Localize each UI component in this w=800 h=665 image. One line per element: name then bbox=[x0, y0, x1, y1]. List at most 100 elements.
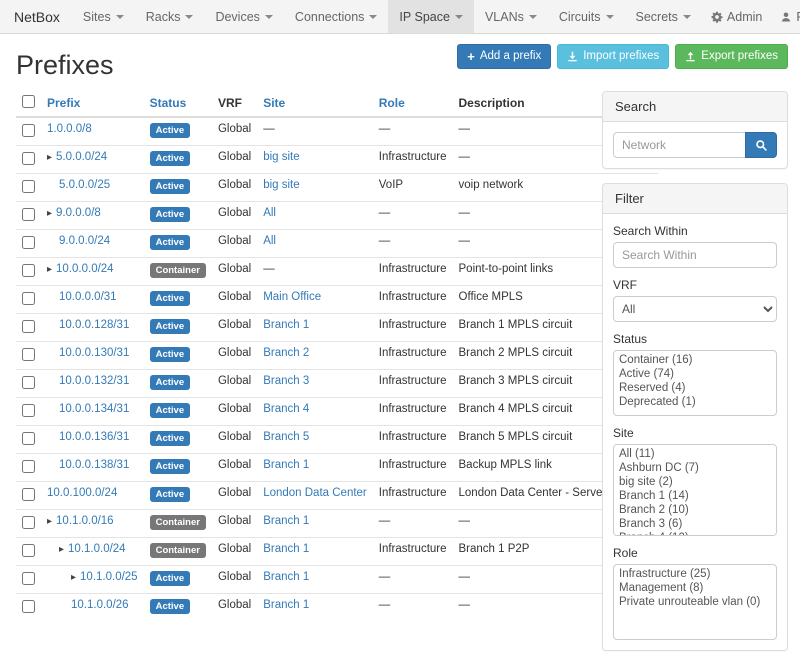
option-branch-1-14[interactable]: Branch 1 (14) bbox=[616, 489, 774, 503]
site-link[interactable]: big site bbox=[263, 151, 299, 163]
prefix-link[interactable]: 10.1.0.0/25 bbox=[80, 571, 138, 583]
prefix-link[interactable]: 1.0.0.0/8 bbox=[47, 123, 92, 135]
vrf-select[interactable]: All bbox=[613, 296, 777, 322]
prefix-link[interactable]: 10.1.0.0/16 bbox=[56, 515, 114, 527]
table-row: 10.0.0.138/31ActiveGlobalBranch 1Infrast… bbox=[16, 454, 658, 482]
row-checkbox[interactable] bbox=[22, 236, 35, 249]
site-link[interactable]: London Data Center bbox=[263, 487, 367, 499]
option-management-8[interactable]: Management (8) bbox=[616, 581, 774, 595]
table-row: 9.0.0.0/24ActiveGlobalAll—— bbox=[16, 230, 658, 258]
row-checkbox[interactable] bbox=[22, 544, 35, 557]
prefix-link[interactable]: 10.0.0.134/31 bbox=[59, 403, 129, 415]
row-checkbox[interactable] bbox=[22, 460, 35, 473]
import-prefixes-button[interactable]: Import prefixes bbox=[557, 44, 669, 69]
site-cell: Branch 5 bbox=[257, 426, 373, 454]
row-checkbox[interactable] bbox=[22, 572, 35, 585]
row-checkbox[interactable] bbox=[22, 124, 35, 137]
prefix-link[interactable]: 10.1.0.0/26 bbox=[71, 599, 129, 611]
prefix-link[interactable]: 9.0.0.0/24 bbox=[59, 235, 110, 247]
prefix-link[interactable]: 10.0.0.0/31 bbox=[59, 291, 117, 303]
search-button[interactable] bbox=[745, 132, 777, 158]
site-link[interactable]: Branch 1 bbox=[263, 599, 309, 611]
option-branch-3-6[interactable]: Branch 3 (6) bbox=[616, 517, 774, 531]
prefix-link[interactable]: 10.0.0.130/31 bbox=[59, 347, 129, 359]
site-link[interactable]: Branch 5 bbox=[263, 431, 309, 443]
option-branch-4-12[interactable]: Branch 4 (12) bbox=[616, 531, 774, 536]
option-big-site-2[interactable]: big site (2) bbox=[616, 475, 774, 489]
nav-item-sites[interactable]: Sites bbox=[72, 0, 135, 33]
row-checkbox[interactable] bbox=[22, 488, 35, 501]
prefix-link[interactable]: 10.0.100.0/24 bbox=[47, 487, 117, 499]
row-checkbox[interactable] bbox=[22, 320, 35, 333]
row-checkbox[interactable] bbox=[22, 348, 35, 361]
prefix-link[interactable]: 10.0.0.138/31 bbox=[59, 459, 129, 471]
site-link[interactable]: big site bbox=[263, 179, 299, 191]
search-input[interactable] bbox=[613, 132, 746, 158]
site-cell: Main Office bbox=[257, 286, 373, 314]
admin-menu-item[interactable]: Admin bbox=[702, 0, 771, 33]
option-deprecated-1[interactable]: Deprecated (1) bbox=[616, 395, 774, 409]
site-link[interactable]: Branch 1 bbox=[263, 319, 309, 331]
status-filter-listbox[interactable]: Container (16)Active (74)Reserved (4)Dep… bbox=[613, 350, 777, 416]
prefix-link[interactable]: 10.0.0.0/24 bbox=[56, 263, 114, 275]
search-within-input[interactable] bbox=[613, 242, 777, 268]
nav-item-racks[interactable]: Racks bbox=[135, 0, 205, 33]
role-filter-listbox[interactable]: Infrastructure (25)Management (8)Private… bbox=[613, 564, 777, 640]
option-ashburn-dc-7[interactable]: Ashburn DC (7) bbox=[616, 461, 774, 475]
site-link[interactable]: Branch 1 bbox=[263, 543, 309, 555]
nav-item-connections[interactable]: Connections bbox=[284, 0, 389, 33]
option-container-16[interactable]: Container (16) bbox=[616, 353, 774, 367]
nav-item-circuits[interactable]: Circuits bbox=[548, 0, 625, 33]
row-checkbox[interactable] bbox=[22, 292, 35, 305]
row-checkbox[interactable] bbox=[22, 180, 35, 193]
option-reserved-4[interactable]: Reserved (4) bbox=[616, 381, 774, 395]
column-header-role[interactable]: Role bbox=[373, 89, 453, 117]
nav-item-vlans[interactable]: VLANs bbox=[474, 0, 548, 33]
option-private-unrouteable-vlan-0[interactable]: Private unrouteable vlan (0) bbox=[616, 595, 774, 609]
nav-item-secrets[interactable]: Secrets bbox=[625, 0, 702, 33]
nav-item-label: Racks bbox=[146, 10, 181, 24]
prefix-link[interactable]: 10.1.0.0/24 bbox=[68, 543, 126, 555]
row-checkbox[interactable] bbox=[22, 432, 35, 445]
row-checkbox[interactable] bbox=[22, 264, 35, 277]
site-link[interactable]: Branch 4 bbox=[263, 403, 309, 415]
site-link[interactable]: Branch 1 bbox=[263, 515, 309, 527]
column-header-site[interactable]: Site bbox=[257, 89, 373, 117]
row-checkbox[interactable] bbox=[22, 152, 35, 165]
row-checkbox[interactable] bbox=[22, 404, 35, 417]
site-link[interactable]: Branch 2 bbox=[263, 347, 309, 359]
export-prefixes-button[interactable]: Export prefixes bbox=[675, 44, 788, 69]
select-all-checkbox[interactable] bbox=[22, 95, 35, 108]
profile-menu-item[interactable]: Profile bbox=[771, 0, 800, 33]
row-checkbox[interactable] bbox=[22, 208, 35, 221]
column-header-status[interactable]: Status bbox=[144, 89, 212, 117]
row-checkbox[interactable] bbox=[22, 516, 35, 529]
option-infrastructure-25[interactable]: Infrastructure (25) bbox=[616, 567, 774, 581]
nav-item-devices[interactable]: Devices bbox=[204, 0, 283, 33]
nav-item-ip-space[interactable]: IP Space bbox=[388, 0, 474, 33]
site-link[interactable]: Branch 1 bbox=[263, 571, 309, 583]
site-link[interactable]: Branch 1 bbox=[263, 459, 309, 471]
prefix-link[interactable]: 10.0.0.132/31 bbox=[59, 375, 129, 387]
site-filter-listbox[interactable]: All (11)Ashburn DC (7)big site (2)Branch… bbox=[613, 444, 777, 536]
option-active-74[interactable]: Active (74) bbox=[616, 367, 774, 381]
prefix-link[interactable]: 9.0.0.0/8 bbox=[56, 207, 101, 219]
prefix-link[interactable]: 5.0.0.0/24 bbox=[56, 151, 107, 163]
site-link[interactable]: All bbox=[263, 235, 276, 247]
prefix-link[interactable]: 10.0.0.128/31 bbox=[59, 319, 129, 331]
site-link[interactable]: Main Office bbox=[263, 291, 321, 303]
site-link[interactable]: All bbox=[263, 207, 276, 219]
add-prefix-button[interactable]: + Add a prefix bbox=[457, 44, 551, 69]
row-checkbox[interactable] bbox=[22, 600, 35, 613]
column-header-prefix[interactable]: Prefix bbox=[41, 89, 144, 117]
role-cell: — bbox=[373, 202, 453, 230]
option-branch-2-10[interactable]: Branch 2 (10) bbox=[616, 503, 774, 517]
app-logo[interactable]: NetBox bbox=[8, 0, 72, 33]
prefix-link[interactable]: 10.0.0.136/31 bbox=[59, 431, 129, 443]
site-link[interactable]: Branch 3 bbox=[263, 375, 309, 387]
prefix-link[interactable]: 5.0.0.0/25 bbox=[59, 179, 110, 191]
status-badge: Active bbox=[150, 487, 191, 502]
option-all-11[interactable]: All (11) bbox=[616, 447, 774, 461]
site-cell: Branch 1 bbox=[257, 566, 373, 594]
row-checkbox[interactable] bbox=[22, 376, 35, 389]
